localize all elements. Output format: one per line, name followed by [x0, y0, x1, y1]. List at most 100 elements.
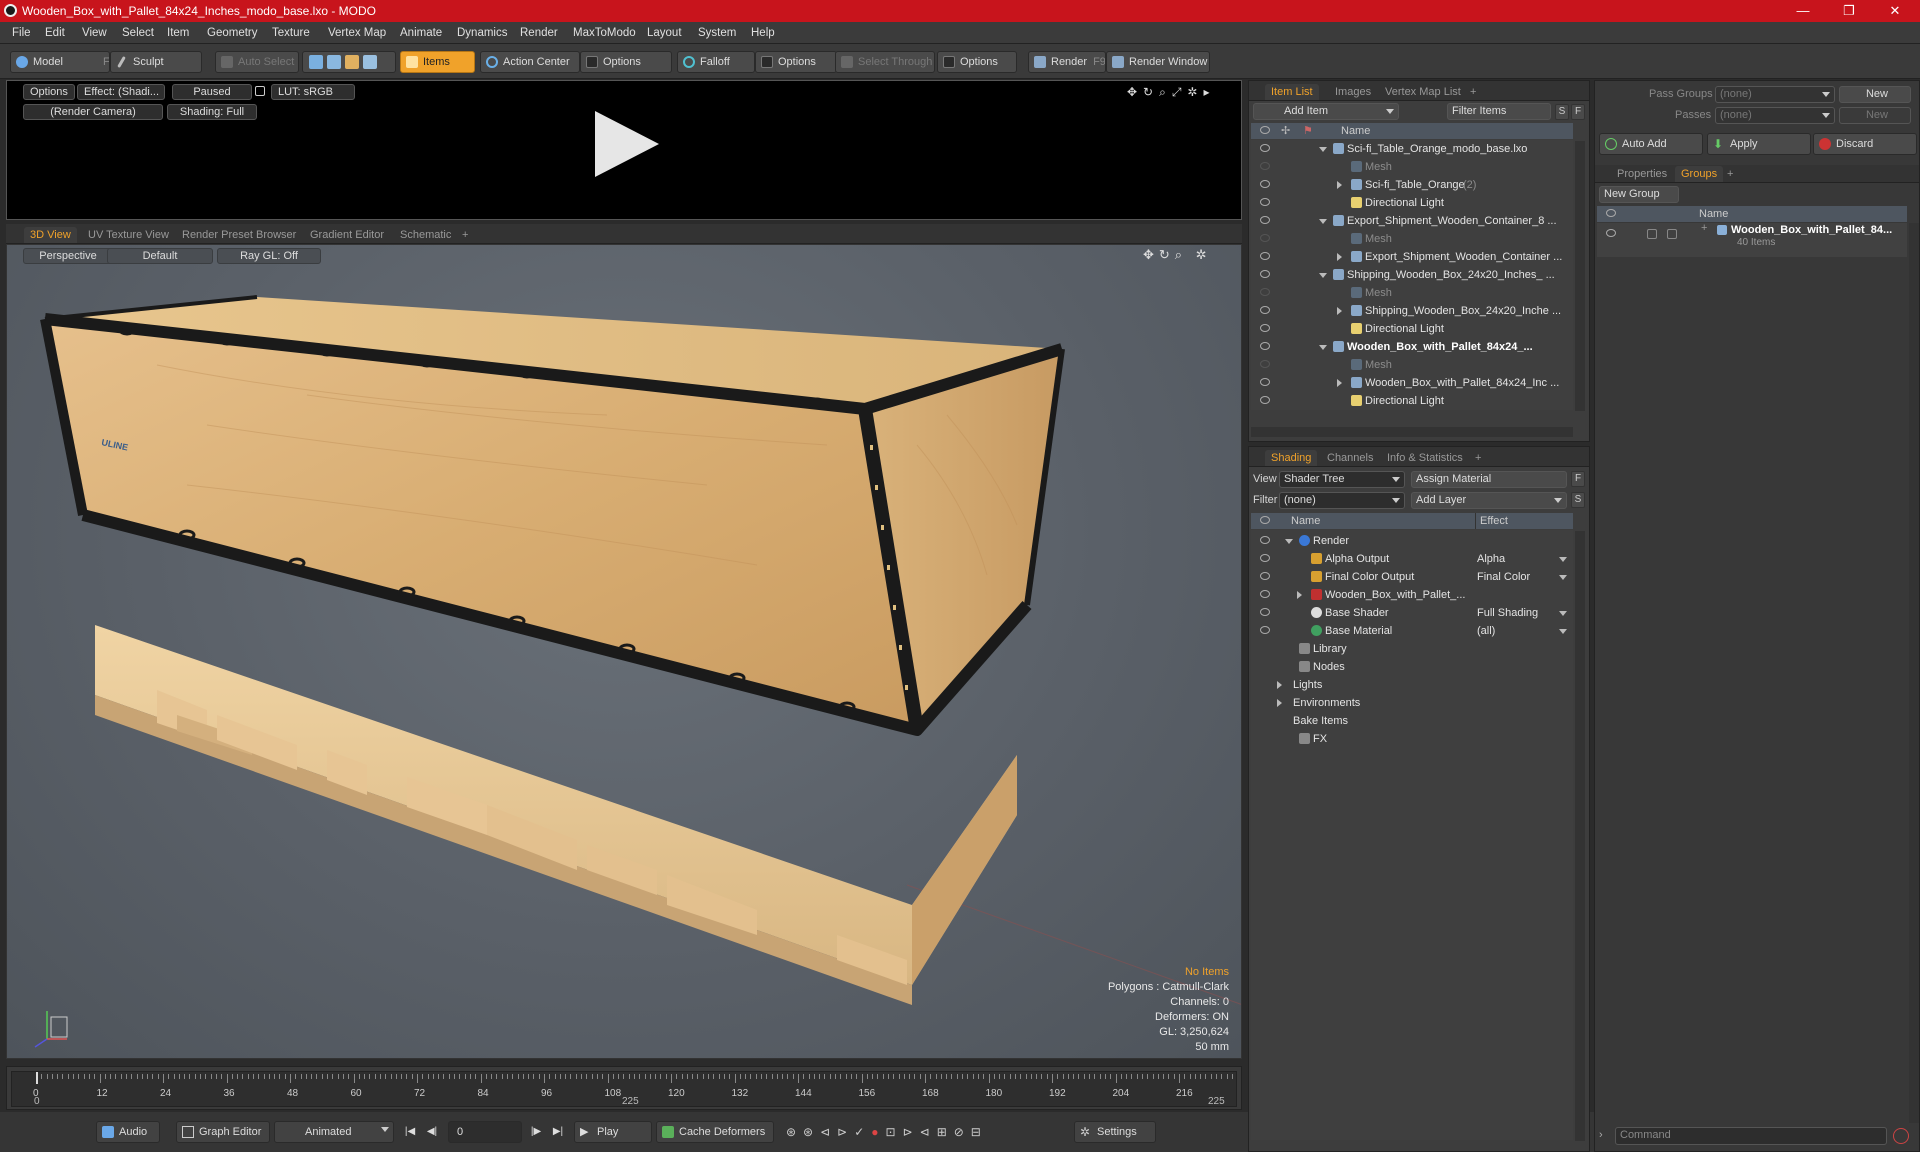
lut-dropdown[interactable]: LUT: sRGB	[271, 84, 355, 100]
chevron-down-icon[interactable]	[1559, 575, 1567, 580]
minimize-button[interactable]: —	[1780, 0, 1826, 22]
filter-items-input[interactable]: Filter Items	[1447, 103, 1551, 120]
shader-tree[interactable]: Render Alpha Output Alpha Final Color Outpu…	[1251, 530, 1573, 1140]
render-toggle[interactable]	[1647, 229, 1657, 239]
item-list-row[interactable]: Directional Light	[1251, 392, 1573, 410]
tab-shading[interactable]: Shading	[1265, 450, 1318, 466]
settings-button[interactable]: ✲ Settings	[1074, 1121, 1156, 1143]
shader-tree-row[interactable]: Bake Items	[1251, 712, 1573, 730]
item-list-row[interactable]: Mesh	[1251, 158, 1573, 176]
eye-icon[interactable]	[1260, 288, 1270, 296]
action-center-options-button[interactable]: Options	[580, 51, 672, 73]
shader-tree-row[interactable]: Lights	[1251, 676, 1573, 694]
item-list-row[interactable]: Sci-fi_Table_Orange (2)	[1251, 176, 1573, 194]
item-list-row[interactable]: Export_Shipment_Wooden_Container ...	[1251, 248, 1573, 266]
item-list-row[interactable]: Mesh	[1251, 284, 1573, 302]
eye-icon[interactable]	[1260, 198, 1270, 206]
tab-item-list[interactable]: Item List	[1265, 84, 1319, 100]
add-tab-button[interactable]: +	[1469, 450, 1487, 466]
chevron-down-icon[interactable]	[1559, 611, 1567, 616]
item-list-row[interactable]: Export_Shipment_Wooden_Container_8 ...	[1251, 212, 1573, 230]
3d-viewport[interactable]: Perspective Default Ray GL: Off ✥↻⌕ ✲ UL…	[6, 244, 1242, 1059]
add-layer-dropdown[interactable]: Add Layer	[1411, 492, 1567, 509]
collapse-icon[interactable]	[1285, 539, 1293, 544]
eye-icon[interactable]	[1260, 162, 1270, 170]
new-group-button[interactable]: New Group	[1599, 186, 1679, 203]
eye-icon[interactable]	[1260, 342, 1270, 350]
add-tab-button[interactable]: +	[1464, 84, 1482, 100]
expand-group-icon[interactable]: +	[1701, 222, 1707, 234]
shader-tree-scrollbar[interactable]	[1575, 531, 1585, 1141]
falloff-button[interactable]: Falloff	[677, 51, 755, 73]
item-list-row[interactable]: Wooden_Box_with_Pallet_84x24_...	[1251, 338, 1573, 356]
timeline-playhead[interactable]	[36, 1072, 38, 1084]
eye-icon[interactable]	[1260, 572, 1270, 580]
command-input[interactable]: Command	[1615, 1127, 1887, 1145]
maximize-button[interactable]: ❐	[1826, 0, 1872, 22]
animated-dropdown[interactable]: Animated	[274, 1121, 394, 1143]
assign-f-button[interactable]: F	[1571, 471, 1585, 487]
go-to-start-icon[interactable]: |◀	[402, 1125, 418, 1139]
collapse-icon[interactable]	[1319, 345, 1327, 350]
render-window-button[interactable]: Render Window	[1106, 51, 1210, 73]
preview-effect-dropdown[interactable]: Effect: (Shadi...	[77, 84, 165, 100]
audio-button[interactable]: Audio	[96, 1121, 160, 1143]
menu-file[interactable]: File	[12, 27, 31, 39]
eye-icon[interactable]	[1260, 554, 1270, 562]
menu-render[interactable]: Render	[520, 27, 558, 39]
item-list-tree[interactable]: Sci-fi_Table_Orange_modo_base.lxo Mesh Sci…	[1251, 140, 1573, 410]
auto-add-button[interactable]: Auto Add	[1599, 133, 1703, 155]
shading-dropdown[interactable]: Shading: Full	[167, 104, 257, 120]
go-to-end-icon[interactable]: ▶|	[550, 1125, 566, 1139]
filter-s-button[interactable]: S	[1555, 104, 1569, 120]
model-mode-button[interactable]: Model F2	[10, 51, 110, 73]
menu-geometry[interactable]: Geometry	[207, 27, 258, 39]
expand-icon[interactable]	[1277, 681, 1282, 689]
shader-tree-row[interactable]: Environments	[1251, 694, 1573, 712]
add-item-dropdown[interactable]: Add Item	[1253, 103, 1399, 120]
pass-groups-dropdown[interactable]: (none)	[1715, 86, 1835, 103]
item-list-row[interactable]: Directional Light	[1251, 320, 1573, 338]
shader-tree-row[interactable]: Render	[1251, 532, 1573, 550]
collapse-icon[interactable]	[1319, 219, 1327, 224]
render-button[interactable]: Render F9	[1028, 51, 1106, 73]
expand-icon[interactable]	[1337, 253, 1342, 261]
step-back-icon[interactable]: ◀|	[424, 1125, 440, 1139]
render-preview-panel[interactable]: Options Effect: (Shadi... Paused LUT: sR…	[6, 80, 1242, 220]
selection-mode-group[interactable]	[302, 51, 396, 73]
menu-maxtomodo[interactable]: MaxToModo	[573, 27, 636, 39]
effect-dropdown[interactable]: Alpha	[1477, 550, 1505, 568]
view-dropdown[interactable]: Shader Tree	[1279, 471, 1405, 488]
eye-icon[interactable]	[1260, 536, 1270, 544]
menu-dynamics[interactable]: Dynamics	[457, 27, 507, 39]
eye-icon[interactable]	[1260, 626, 1270, 634]
timeline-panel[interactable]: 0 12 24 36 48 60 72 84 96 108 120 132 144 156 168 180 19…	[6, 1066, 1242, 1110]
vertices-icon[interactable]	[309, 55, 323, 69]
cache-deformers-button[interactable]: Cache Deformers	[656, 1121, 774, 1143]
new-pass-group-button[interactable]: New	[1839, 86, 1911, 103]
eye-icon[interactable]	[1260, 590, 1270, 598]
filter-f-button[interactable]: F	[1571, 104, 1585, 120]
menu-select[interactable]: Select	[122, 27, 154, 39]
menu-help[interactable]: Help	[751, 27, 775, 39]
tab-vertex-map-list[interactable]: Vertex Map List	[1379, 84, 1467, 100]
graph-editor-button[interactable]: Graph Editor	[176, 1121, 270, 1143]
item-list-hscrollbar[interactable]	[1251, 427, 1573, 437]
item-list-row[interactable]: Sci-fi_Table_Orange_modo_base.lxo	[1251, 140, 1573, 158]
item-list-row[interactable]: Mesh	[1251, 356, 1573, 374]
menu-item[interactable]: Item	[167, 27, 189, 39]
current-frame-input[interactable]: 0	[448, 1121, 522, 1143]
menu-animate[interactable]: Animate	[400, 27, 442, 39]
tab-channels[interactable]: Channels	[1321, 450, 1379, 466]
close-button[interactable]: ✕	[1872, 0, 1918, 22]
item-list-row[interactable]: Mesh	[1251, 230, 1573, 248]
item-list-row[interactable]: Directional Light	[1251, 194, 1573, 212]
shader-tree-row[interactable]: Base Material (all)	[1251, 622, 1573, 640]
group-row[interactable]: + Wooden_Box_with_Pallet_84... 40 Items	[1597, 222, 1907, 257]
tab-schematic[interactable]: Schematic	[394, 227, 457, 243]
timeline-ruler[interactable]: 0 12 24 36 48 60 72 84 96 108 120 132 144 156 168 180 19…	[11, 1071, 1237, 1107]
groups-scrollbar[interactable]	[1909, 223, 1919, 1123]
eye-icon[interactable]	[1260, 396, 1270, 404]
eye-icon[interactable]	[1260, 144, 1270, 152]
item-list-row[interactable]: Shipping_Wooden_Box_24x20_Inche ...	[1251, 302, 1573, 320]
